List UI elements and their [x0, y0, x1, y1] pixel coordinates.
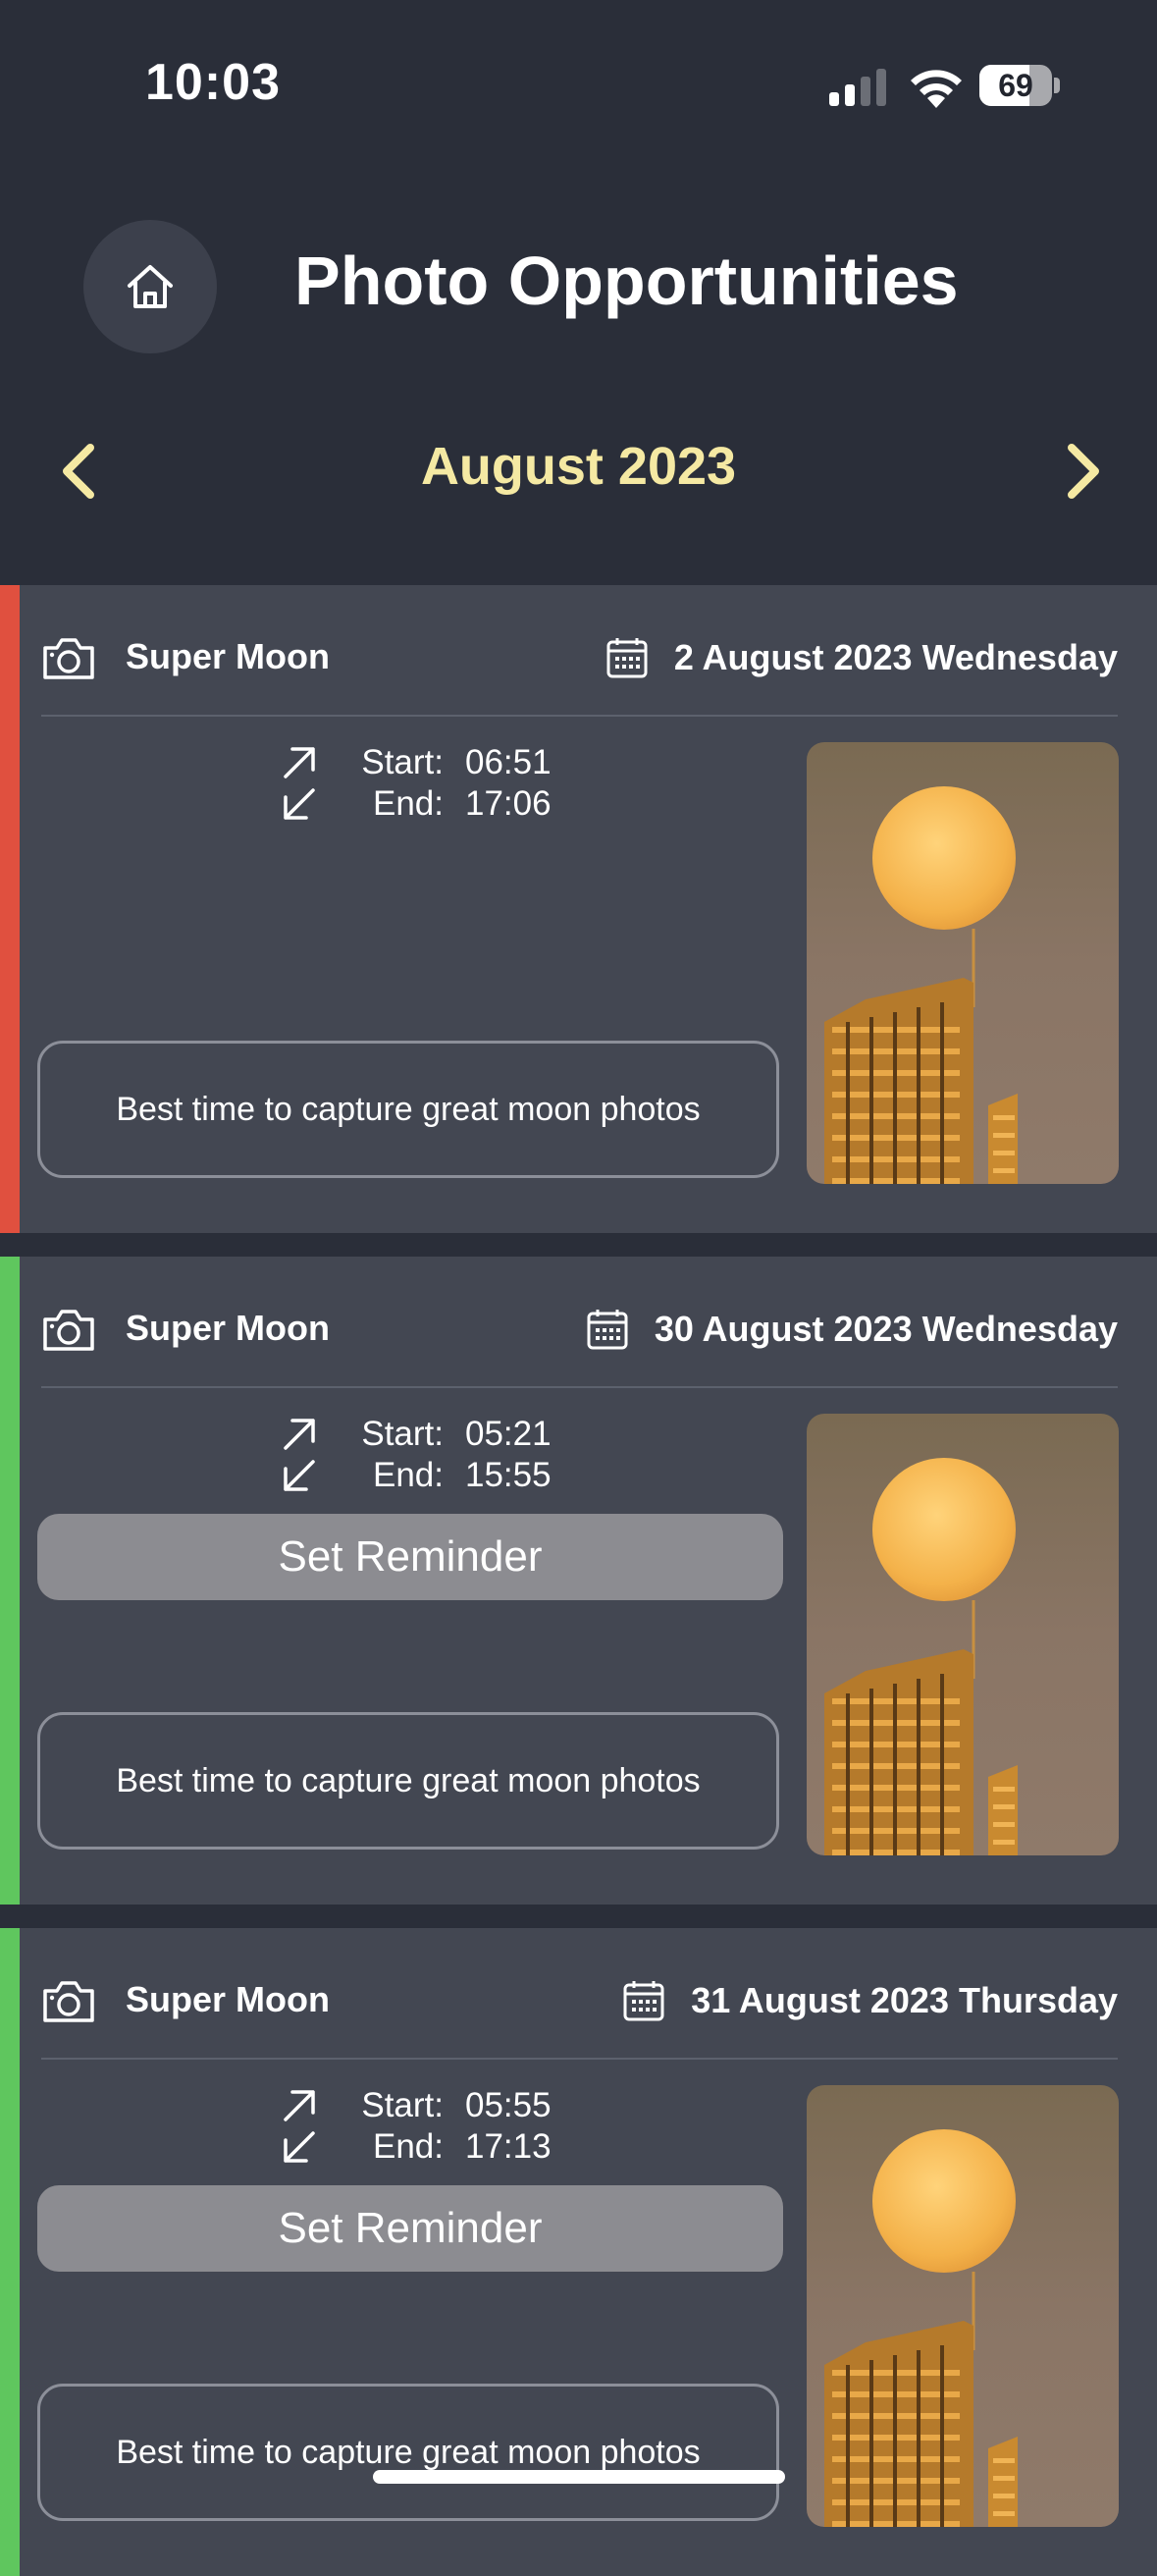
arrow-up-right-icon — [284, 1419, 315, 1450]
cellular-signal-icon — [829, 69, 886, 106]
event-title: Super Moon — [126, 1979, 330, 2019]
status-bar: 10:03 69 — [0, 0, 1157, 167]
start-time: 06:51 — [465, 743, 552, 781]
divider — [41, 1386, 1118, 1388]
event-card: Super Moon 2 August 2023 Wednesday Start — [0, 585, 1157, 1233]
chevron-right-icon[interactable] — [1052, 440, 1111, 503]
start-time: 05:21 — [465, 1415, 552, 1453]
event-title: Super Moon — [126, 1308, 330, 1348]
event-times: Start: 05:55 End: 17:13 — [281, 2085, 552, 2168]
battery-icon: 69 — [979, 65, 1060, 106]
event-date-text: 31 August 2023 Thursday — [691, 1980, 1118, 2020]
event-times: Start: 06:51 End: 17:06 — [281, 742, 552, 825]
home-indicator[interactable] — [373, 2470, 785, 2484]
page-title: Photo Opportunities — [294, 242, 959, 319]
start-label: Start: — [361, 743, 444, 781]
camera-icon — [43, 638, 94, 679]
set-reminder-button[interactable]: Set Reminder — [37, 2185, 783, 2272]
divider — [41, 715, 1118, 717]
event-date: 2 August 2023 Wednesday — [605, 636, 1118, 679]
start-label: Start: — [361, 2086, 444, 2124]
status-accent-bar — [0, 1928, 20, 2576]
event-date-text: 2 August 2023 Wednesday — [673, 637, 1118, 677]
arrow-down-left-icon — [284, 1460, 315, 1491]
end-time: 15:55 — [465, 1456, 552, 1494]
arrow-down-left-icon — [284, 2131, 315, 2163]
camera-icon — [43, 1981, 94, 2022]
divider — [41, 2058, 1118, 2060]
event-description: Best time to capture great moon photos — [37, 2384, 779, 2521]
calendar-icon — [587, 1310, 628, 1350]
moon-photo — [807, 1414, 1119, 1855]
month-navigation: August 2023 — [0, 422, 1157, 520]
month-label: August 2023 — [420, 437, 737, 496]
set-reminder-button[interactable]: Set Reminder — [37, 1514, 783, 1600]
arrow-down-left-icon — [284, 788, 315, 820]
event-card: Super Moon 30 August 2023 Wednesday Star — [0, 1257, 1157, 1905]
wifi-icon — [911, 70, 962, 108]
end-time: 17:06 — [465, 784, 552, 823]
moon-photo — [807, 742, 1119, 1184]
camera-icon — [43, 1310, 94, 1351]
start-time: 05:55 — [465, 2086, 552, 2124]
status-accent-bar — [0, 1257, 20, 1905]
end-label: End: — [373, 784, 444, 823]
battery-level: 69 — [998, 68, 1033, 103]
home-button[interactable] — [83, 220, 217, 353]
event-date-text: 30 August 2023 Wednesday — [654, 1309, 1118, 1349]
event-times: Start: 05:21 End: 15:55 — [281, 1414, 552, 1496]
event-date: 31 August 2023 Thursday — [622, 1979, 1118, 2022]
home-icon — [128, 265, 173, 308]
status-accent-bar — [0, 585, 20, 1233]
end-label: End: — [373, 1456, 444, 1494]
status-time: 10:03 — [145, 54, 281, 111]
event-title: Super Moon — [126, 636, 330, 676]
end-label: End: — [373, 2127, 444, 2166]
event-date: 30 August 2023 Wednesday — [586, 1308, 1118, 1351]
moon-photo — [807, 2085, 1119, 2527]
calendar-icon — [606, 638, 648, 678]
calendar-icon — [623, 1981, 664, 2021]
event-description: Best time to capture great moon photos — [37, 1712, 779, 1850]
arrow-up-right-icon — [284, 747, 315, 778]
arrow-up-right-icon — [284, 2090, 315, 2121]
event-description: Best time to capture great moon photos — [37, 1041, 779, 1178]
start-label: Start: — [361, 1415, 444, 1453]
end-time: 17:13 — [465, 2127, 552, 2166]
